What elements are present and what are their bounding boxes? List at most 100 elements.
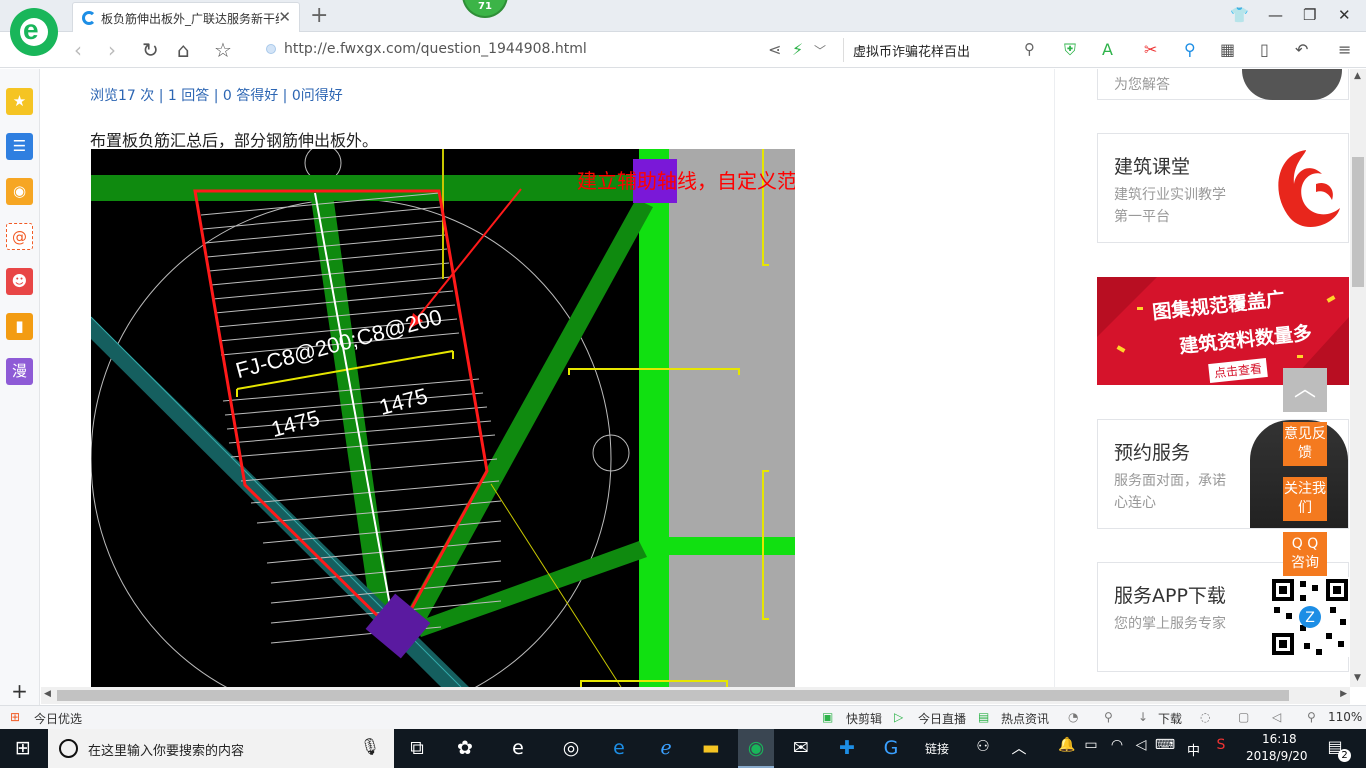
live-icon[interactable]: ▷	[894, 710, 903, 724]
windows-start-icon[interactable]: ⊞	[8, 737, 38, 759]
task-view-icon[interactable]: ⧉	[402, 737, 432, 759]
add-sidebar-icon[interactable]: +	[6, 678, 33, 705]
cad-drawing	[91, 149, 795, 687]
quick-clip-link[interactable]: 快剪辑	[846, 710, 882, 727]
microphone-icon[interactable]: 🎙	[360, 737, 380, 756]
translate-icon[interactable]: A	[1102, 40, 1113, 59]
restore-icon[interactable]: ❐	[1303, 6, 1316, 24]
links-toolbar[interactable]: 链接	[925, 740, 949, 757]
answer-card[interactable]: 为您解答	[1097, 69, 1349, 100]
today-picks-link[interactable]: 今日优选	[34, 710, 82, 727]
taskbar-search[interactable]: 在这里输入你要搜索的内容 🎙	[48, 729, 394, 768]
browser-e-icon[interactable]: e	[503, 737, 533, 759]
chevron-down-icon[interactable]: ﹀	[814, 42, 826, 59]
forward-icon[interactable]: ›	[108, 38, 116, 62]
sogou-ime-icon[interactable]: S	[1206, 737, 1236, 753]
cortana-icon[interactable]	[59, 739, 78, 758]
pin-icon[interactable]: ⚲	[1104, 710, 1113, 724]
shield-icon[interactable]: ⛨	[1064, 40, 1076, 60]
clock-date[interactable]: 2018/9/20	[1246, 749, 1308, 763]
pinwheel-app-icon[interactable]: ✿	[450, 737, 480, 759]
home-icon[interactable]: ⌂	[177, 38, 190, 62]
vertical-scroll-thumb[interactable]	[1352, 157, 1364, 287]
chevron-up-icon[interactable]: ︿	[1004, 737, 1034, 758]
vertical-scrollbar[interactable]: ▲ ▼	[1350, 69, 1366, 687]
book-icon[interactable]: ▮	[6, 313, 33, 340]
scissors-icon[interactable]: ✂	[1144, 40, 1157, 59]
minimize-icon[interactable]: —	[1268, 6, 1283, 24]
close-window-icon[interactable]: ✕	[1338, 6, 1351, 24]
magnifier-icon[interactable]: ⚲	[1184, 40, 1196, 59]
bell-app-icon[interactable]: ◎	[556, 737, 586, 759]
mail-app-icon[interactable]: ✉	[786, 737, 816, 759]
cad-annotation: 建立辅助轴线，自定义范围布置	[577, 169, 795, 193]
folder-icon[interactable]: ▬	[696, 737, 726, 759]
browser-logo[interactable]: e	[10, 8, 58, 56]
horizontal-scroll-thumb[interactable]	[57, 690, 1289, 701]
keyboard-icon[interactable]: ⌨	[1150, 737, 1180, 753]
page-favicon-icon	[82, 11, 96, 25]
scroll-left-icon[interactable]: ◀	[44, 689, 51, 699]
apps-grid-icon[interactable]: ▦	[1220, 40, 1235, 59]
download-icon[interactable]: ↓	[1138, 710, 1148, 724]
back-icon[interactable]: ‹	[74, 38, 82, 62]
address-bar[interactable]: http://e.fwxgx.com/question_1944908.html	[266, 38, 841, 62]
zoom-icon[interactable]: ⚲	[1307, 710, 1316, 724]
follow-us-button[interactable]: 关注我们	[1283, 477, 1327, 521]
search-input[interactable]: 虚拟币诈骗花样百出	[853, 41, 970, 60]
clock-time[interactable]: 16:18	[1262, 732, 1297, 746]
ime-indicator[interactable]: 中	[1187, 740, 1200, 759]
sound-icon[interactable]: ◁	[1272, 710, 1281, 724]
browser-tab[interactable]: 板负筋伸出板外_广联达服务新干线 ✕	[72, 2, 300, 32]
menu-icon[interactable]: ≡	[1338, 40, 1351, 59]
taskbar-search-input[interactable]: 在这里输入你要搜索的内容	[88, 740, 244, 759]
quick-clip-icon[interactable]: ▣	[822, 710, 833, 724]
search-icon[interactable]: ⚲	[1024, 40, 1035, 58]
tab-close-icon[interactable]: ✕	[278, 8, 291, 26]
horizontal-scrollbar[interactable]: ◀ ▶	[41, 687, 1350, 704]
glodon-app-icon[interactable]: G	[876, 737, 906, 759]
app-card[interactable]: 服务APP下载 您的掌上服务专家 Z	[1097, 562, 1350, 672]
hot-news-link[interactable]: 热点资讯	[1001, 710, 1049, 727]
favorites-icon[interactable]: ★	[6, 88, 33, 115]
zoom-level[interactable]: 110%	[1328, 710, 1362, 724]
scroll-right-icon[interactable]: ▶	[1340, 689, 1347, 699]
window-icon[interactable]: ▢	[1238, 710, 1249, 724]
skin-icon[interactable]: 👕	[1230, 6, 1249, 24]
download-link[interactable]: 下载	[1158, 710, 1182, 727]
edge-icon[interactable]: e	[604, 737, 634, 759]
back-to-top-button[interactable]: ︿	[1283, 368, 1327, 412]
game-icon[interactable]: ☻	[6, 268, 33, 295]
course-card-title: 建筑课堂	[1114, 156, 1191, 178]
share-icon[interactable]: ⋖	[768, 40, 781, 59]
speed-icon[interactable]: ◔	[1068, 710, 1078, 724]
live-link[interactable]: 今日直播	[918, 710, 966, 727]
qq-consult-button[interactable]: Q Q 咨询	[1283, 532, 1327, 576]
pinned-app-icon[interactable]: ✚	[832, 737, 862, 759]
mail-icon[interactable]: @	[6, 223, 33, 250]
lightning-icon[interactable]: ⚡	[792, 40, 803, 59]
course-card[interactable]: 建筑课堂 建筑行业实训教学第一平台	[1097, 133, 1349, 243]
360-browser-icon[interactable]: ◉	[738, 729, 774, 768]
weibo-icon[interactable]: ◉	[6, 178, 33, 205]
status-bar: ⊞ 今日优选 ▣ 快剪辑 ▷ 今日直播 ▤ 热点资讯 ◔ ⚲ ↓ 下载 ◌ ▢ …	[0, 705, 1366, 729]
feedback-button[interactable]: 意见反馈	[1283, 422, 1327, 466]
address-toolbar: ‹ › ↻ ⌂ ☆ http://e.fwxgx.com/question_19…	[0, 32, 1366, 68]
action-center-count: 2	[1338, 749, 1351, 762]
clean-icon[interactable]: ◌	[1200, 710, 1210, 724]
new-tab-icon[interactable]: +	[310, 3, 328, 28]
refresh-icon[interactable]: ↻	[142, 38, 159, 62]
ie-icon[interactable]: ℯ	[651, 737, 681, 759]
reader-icon[interactable]: ▯	[1260, 40, 1269, 59]
news-icon[interactable]: ▤	[978, 710, 989, 724]
comic-icon[interactable]: 漫	[6, 358, 33, 385]
people-icon[interactable]: ⚇	[968, 737, 998, 755]
news-list-icon[interactable]: ☰	[6, 133, 33, 160]
search-box[interactable]: 虚拟币诈骗花样百出 ⚲	[843, 38, 1043, 62]
scroll-up-icon[interactable]: ▲	[1354, 71, 1361, 81]
gift-icon[interactable]: ⊞	[10, 710, 20, 724]
undo-icon[interactable]: ↶	[1295, 40, 1308, 59]
scroll-down-icon[interactable]: ▼	[1354, 673, 1361, 683]
favorite-star-icon[interactable]: ☆	[214, 38, 232, 62]
notification-badge[interactable]: 71	[462, 0, 508, 18]
